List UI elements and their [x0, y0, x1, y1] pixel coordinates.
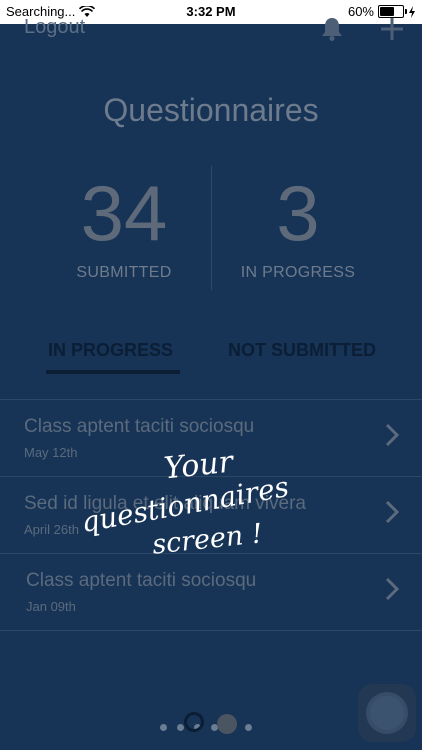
bell-icon[interactable]: [320, 16, 344, 42]
plus-icon[interactable]: [380, 16, 404, 42]
page-dot[interactable]: [160, 724, 167, 731]
list-item-date: April 26th: [24, 522, 79, 537]
list-item-title: Sed id ligula et elit aliquam vivera: [24, 493, 306, 514]
page-dot[interactable]: [177, 724, 184, 731]
page-indicator: [160, 724, 252, 731]
list-item-title: Class aptent taciti sociosqu: [24, 416, 255, 437]
stat-in-progress: 3 IN PROGRESS: [208, 168, 388, 282]
active-tab-indicator: [46, 370, 180, 374]
list-item[interactable]: Class aptent taciti sociosqu Jan 09th: [0, 553, 422, 631]
chevron-right-icon: [385, 423, 400, 447]
tab-not-submitted[interactable]: NOT SUBMITTED: [228, 340, 376, 361]
stat-submitted: 34 SUBMITTED: [34, 168, 214, 282]
chevron-right-icon: [385, 577, 400, 601]
top-bar: Logout: [0, 14, 422, 46]
submitted-label: SUBMITTED: [76, 264, 172, 281]
list-item[interactable]: Sed id ligula et elit aliquam vivera Apr…: [0, 476, 422, 553]
assistive-touch-icon: [370, 696, 404, 730]
questionnaire-list: Class aptent taciti sociosqu May 12th Se…: [0, 399, 422, 631]
list-item-date: May 12th: [24, 445, 78, 460]
drag-knob[interactable]: [217, 714, 237, 734]
in-progress-label: IN PROGRESS: [240, 264, 356, 281]
assistive-touch-button[interactable]: [358, 684, 416, 742]
page-title: Questionnaires: [103, 92, 319, 128]
list-item-title: Class aptent taciti sociosqu: [26, 570, 257, 591]
chevron-right-icon: [385, 500, 400, 524]
in-progress-count: 3: [276, 169, 320, 257]
list-item[interactable]: Class aptent taciti sociosqu May 12th: [0, 399, 422, 476]
page-dot[interactable]: [245, 724, 252, 731]
list-item-date: Jan 09th: [26, 599, 76, 614]
tab-in-progress[interactable]: IN PROGRESS: [48, 340, 173, 361]
drag-handle-icon[interactable]: [184, 712, 204, 732]
submitted-count: 34: [80, 169, 168, 257]
logout-button[interactable]: Logout: [24, 16, 85, 39]
